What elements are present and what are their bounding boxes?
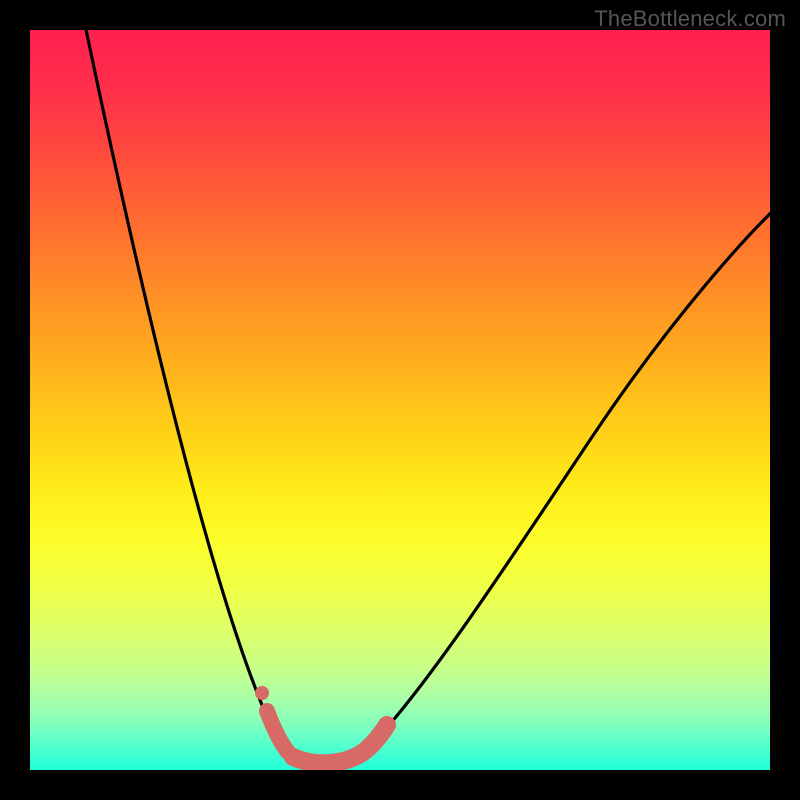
highlight-dot [255,686,269,700]
watermark-text: TheBottleneck.com [594,6,786,32]
chart-frame: TheBottleneck.com [0,0,800,800]
highlight-left-dash [267,711,288,752]
plot-area [30,30,770,770]
highlight-valley [293,725,387,763]
bottleneck-curve [84,30,770,763]
curve-layer [30,30,770,770]
